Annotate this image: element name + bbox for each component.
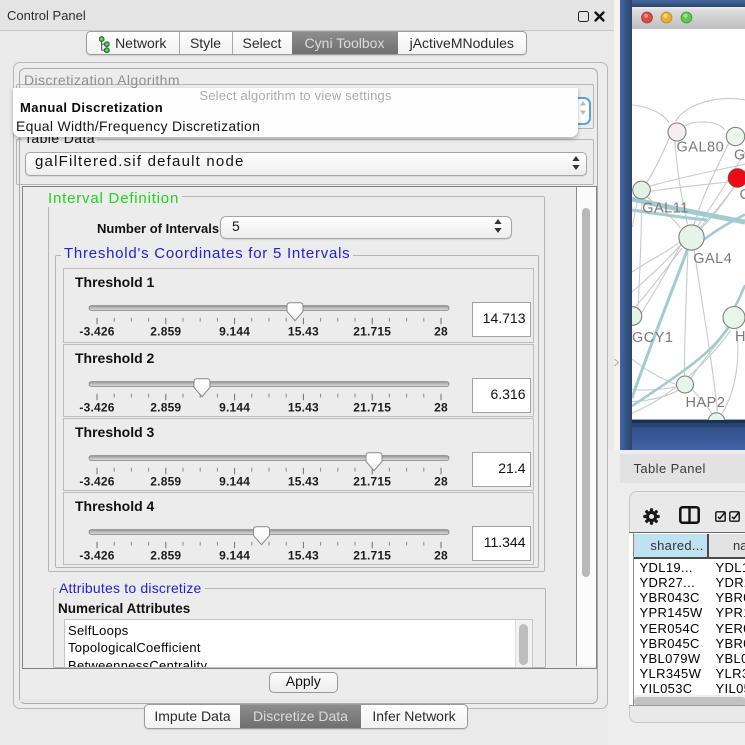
svg-text:HIS4: HIS4 [735, 329, 745, 345]
svg-text:2.859: 2.859 [150, 324, 181, 338]
svg-text:28: 28 [434, 474, 448, 488]
svg-text:28: 28 [434, 548, 448, 562]
svg-text:-3.426: -3.426 [79, 474, 114, 488]
svg-text:GAL11: GAL11 [642, 201, 689, 217]
svg-text:2.859: 2.859 [150, 400, 181, 414]
svg-text:GAL80: GAL80 [677, 140, 725, 156]
svg-text:21.715: 21.715 [353, 548, 391, 562]
svg-text:2.859: 2.859 [150, 474, 181, 488]
svg-text:GAL3: GAL3 [734, 148, 745, 164]
svg-text:GCY1: GCY1 [632, 330, 674, 346]
svg-text:21.715: 21.715 [353, 474, 391, 488]
svg-text:15.43: 15.43 [288, 324, 319, 338]
svg-text:9.144: 9.144 [219, 324, 250, 338]
svg-text:-3.426: -3.426 [79, 324, 114, 338]
svg-text:-3.426: -3.426 [79, 400, 114, 414]
svg-text:28: 28 [434, 324, 448, 338]
svg-text:-3.426: -3.426 [79, 548, 114, 562]
svg-text:9.144: 9.144 [219, 400, 250, 414]
svg-text:CD: CD [740, 187, 745, 203]
svg-text:HAP2: HAP2 [686, 395, 726, 411]
svg-text:2.859: 2.859 [150, 548, 181, 562]
svg-text:21.715: 21.715 [353, 400, 391, 414]
svg-text:15.43: 15.43 [288, 474, 319, 488]
svg-text:9.144: 9.144 [219, 474, 250, 488]
svg-text:9.144: 9.144 [219, 548, 250, 562]
svg-text:15.43: 15.43 [288, 548, 319, 562]
svg-text:GAL4: GAL4 [693, 251, 732, 267]
svg-text:21.715: 21.715 [353, 324, 391, 338]
svg-text:28: 28 [434, 400, 448, 414]
svg-text:15.43: 15.43 [288, 400, 319, 414]
